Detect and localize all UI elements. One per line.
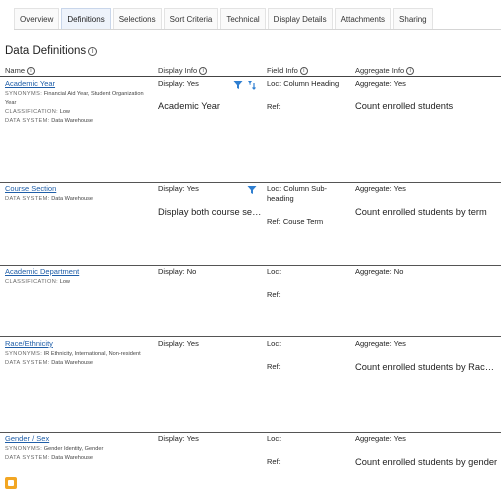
synonyms-label: SYNONYMS: <box>5 446 43 452</box>
synonyms-value: IR Ethnicity, International, Non-residen… <box>43 351 141 357</box>
column-header-field-label: Field Info <box>267 66 298 75</box>
info-icon[interactable]: i <box>88 46 98 56</box>
column-header-name-label: Name <box>5 66 26 75</box>
display-flag: Display: Yes <box>158 184 199 193</box>
info-icon[interactable]: i <box>199 66 208 75</box>
aggregate-text: Count enrolled students by Race/... <box>355 362 499 372</box>
column-header-display-label: Display Info <box>158 66 198 75</box>
field-meta: SYNONYMS: IR Ethnicity, International, N… <box>5 350 155 368</box>
display-flag: Display: No <box>158 267 197 276</box>
field-name-link[interactable]: Course Section <box>5 184 56 193</box>
tab-display-details[interactable]: Display Details <box>267 8 333 29</box>
field-name-link[interactable]: Race/Ethnicity <box>5 339 53 348</box>
classification-label: CLASSIFICATION: <box>5 279 59 285</box>
data-system-value: Data Warehouse <box>51 118 94 124</box>
section-title-text: Data Definitions <box>5 45 87 57</box>
tab-selections[interactable]: Selections <box>112 8 162 29</box>
tab-attachments[interactable]: Attachments <box>334 8 392 29</box>
aggregate-flag: Aggregate: No <box>355 267 404 276</box>
synonyms-label: SYNONYMS: <box>5 91 43 97</box>
display-flag: Display: Yes <box>158 434 199 443</box>
aggregate-flag: Aggregate: Yes <box>355 184 406 193</box>
display-flag: Display: Yes <box>158 339 199 348</box>
field-location: Loc: <box>267 267 282 276</box>
column-header-field: Field Info i <box>267 66 308 75</box>
display-flag: Display: Yes <box>158 79 199 88</box>
aggregate-flag: Aggregate: Yes <box>355 339 406 348</box>
column-header-display: Display Info i <box>158 66 208 75</box>
column-header-name: Name i <box>5 66 36 75</box>
filter-icon[interactable] <box>247 185 257 195</box>
field-location: Loc: Column Sub-heading <box>267 184 328 203</box>
synonyms-value: Gender Identity, Gender <box>43 446 104 452</box>
synonyms-label: SYNONYMS: <box>5 351 43 357</box>
field-meta: DATA SYSTEM: Data Warehouse <box>5 195 155 204</box>
data-system-label: DATA SYSTEM: <box>5 360 50 366</box>
table-row: Academic Year SYNONYMS: Financial Aid Ye… <box>0 79 501 183</box>
field-location: Loc: <box>267 339 282 348</box>
field-ref: Ref: <box>267 290 281 299</box>
display-text: Academic Year <box>158 101 221 111</box>
table-row: Race/Ethnicity SYNONYMS: IR Ethnicity, I… <box>0 339 501 432</box>
aggregate-flag: Aggregate: Yes <box>355 79 406 88</box>
table-row: Gender / Sex SYNONYMS: Gender Identity, … <box>0 434 501 474</box>
classification-value: Low <box>59 279 70 285</box>
data-system-label: DATA SYSTEM: <box>5 196 50 202</box>
tab-definitions[interactable]: Definitions <box>61 8 111 29</box>
row-divider <box>0 182 501 183</box>
field-location: Loc: <box>267 434 282 443</box>
field-ref: Ref: <box>267 102 281 111</box>
column-header-aggregate-label: Aggregate Info <box>355 66 405 75</box>
table-row: Academic Department CLASSIFICATION: Low … <box>0 267 501 336</box>
section-title: Data Definitions i <box>5 45 98 57</box>
tab-overview[interactable]: Overview <box>14 8 60 29</box>
field-ref: Ref: <box>267 457 281 466</box>
column-header-aggregate: Aggregate Info i <box>355 66 415 75</box>
classification-value: Low <box>59 109 70 115</box>
data-system-value: Data Warehouse <box>51 455 94 461</box>
field-meta: SYNONYMS: Financial Aid Year, Student Or… <box>5 90 155 126</box>
info-icon[interactable]: i <box>406 66 415 75</box>
filter-icon[interactable] <box>233 80 243 90</box>
display-text: Display both course sec... <box>158 207 263 217</box>
info-icon[interactable]: i <box>27 66 36 75</box>
field-name-link[interactable]: Academic Department <box>5 267 79 276</box>
aggregate-flag: Aggregate: Yes <box>355 434 406 443</box>
data-system-value: Data Warehouse <box>51 196 94 202</box>
field-name-link[interactable]: Gender / Sex <box>5 434 49 443</box>
field-name-link[interactable]: Academic Year <box>5 79 55 88</box>
notes-badge-icon[interactable] <box>5 477 17 489</box>
tab-bar: Overview Definitions Selections Sort Cri… <box>14 8 501 30</box>
row-divider <box>0 432 501 433</box>
field-ref: Ref: Couse Term <box>267 217 324 226</box>
row-divider <box>0 265 501 266</box>
aggregate-text: Count enrolled students by term <box>355 207 487 217</box>
info-icon[interactable]: i <box>299 66 308 75</box>
aggregate-text: Count enrolled students by gender <box>355 457 498 467</box>
aggregate-text: Count enrolled students <box>355 101 454 111</box>
data-system-label: DATA SYSTEM: <box>5 118 50 124</box>
table-row: Course Section DATA SYSTEM: Data Warehou… <box>0 184 501 265</box>
tab-sharing[interactable]: Sharing <box>393 8 433 29</box>
tab-sort-criteria[interactable]: Sort Criteria <box>163 8 219 29</box>
tab-technical[interactable]: Technical <box>220 8 266 29</box>
data-system-label: DATA SYSTEM: <box>5 455 50 461</box>
field-ref: Ref: <box>267 362 281 371</box>
data-system-value: Data Warehouse <box>51 360 94 366</box>
field-meta: SYNONYMS: Gender Identity, Gender DATA S… <box>5 445 155 463</box>
sort-icon[interactable] <box>247 80 257 90</box>
row-divider <box>0 336 501 337</box>
classification-label: CLASSIFICATION: <box>5 109 59 115</box>
notes-badge-inner <box>8 480 14 486</box>
field-location: Loc: Column Heading <box>267 79 340 88</box>
header-divider <box>0 76 501 77</box>
field-meta: CLASSIFICATION: Low <box>5 278 155 287</box>
